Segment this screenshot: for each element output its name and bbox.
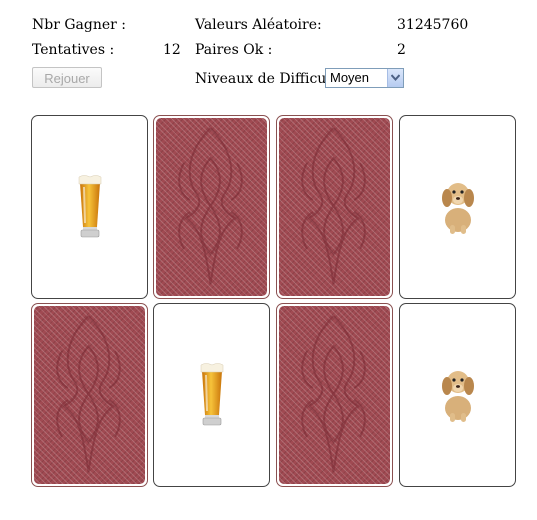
card-2-2[interactable] [153, 303, 270, 487]
chevron-down-icon [391, 74, 400, 81]
card-1-3[interactable] [276, 115, 393, 299]
beer-icon [200, 363, 223, 426]
card-back-ornament [301, 127, 366, 285]
card-back-pattern [279, 118, 390, 296]
card-back-pattern [279, 306, 390, 484]
card-1-4[interactable] [399, 115, 516, 299]
random-values-value: 31245760 [397, 17, 469, 33]
card-2-1[interactable] [31, 303, 148, 487]
card-1-1[interactable] [31, 115, 148, 299]
tries-value: 12 [163, 42, 181, 58]
card-back-ornament [56, 315, 121, 473]
card-back-ornament [178, 127, 243, 285]
dropdown-arrow-button[interactable] [387, 69, 403, 87]
wins-label: Nbr Gagner : [32, 17, 127, 33]
difficulty-select[interactable]: Moyen [325, 68, 404, 88]
replay-button[interactable]: Rejouer [32, 67, 102, 88]
tries-label: Tentatives : [32, 42, 115, 58]
dog-icon [441, 183, 474, 234]
card-1-2[interactable] [153, 115, 270, 299]
card-back-pattern [34, 306, 145, 484]
pairs-label: Paires Ok : [195, 42, 273, 58]
difficulty-label: Niveaux de Difficulté [195, 71, 345, 87]
random-values-label: Valeurs Aléatoire: [195, 17, 322, 33]
card-2-4[interactable] [399, 303, 516, 487]
pairs-value: 2 [397, 42, 406, 58]
beer-icon [78, 175, 101, 238]
card-2-3[interactable] [276, 303, 393, 487]
card-back-pattern [156, 118, 267, 296]
difficulty-selected-value: Moyen [330, 70, 370, 85]
card-back-ornament [301, 315, 366, 473]
dog-icon [441, 371, 474, 422]
